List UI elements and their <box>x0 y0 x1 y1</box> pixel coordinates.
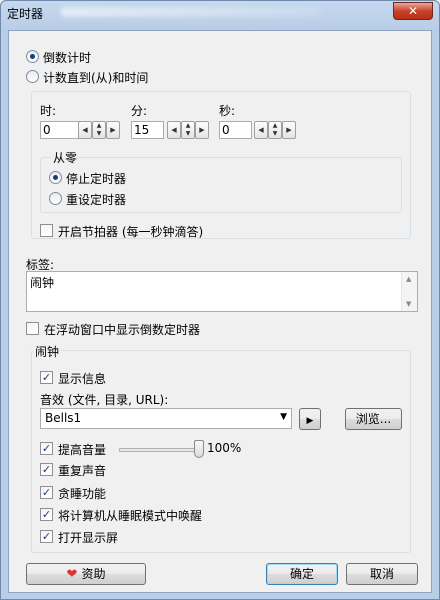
repeat-sound-checkbox[interactable]: ✓ <box>40 463 53 476</box>
metronome-checkbox[interactable] <box>40 224 53 237</box>
title-bar[interactable]: 定时器 ✕ <box>1 1 439 25</box>
volume-slider-track[interactable] <box>119 448 199 452</box>
seconds-left-button[interactable]: ◀ <box>254 121 268 139</box>
float-window-checkbox[interactable] <box>26 322 39 335</box>
snooze-checkbox[interactable]: ✓ <box>40 486 53 499</box>
wake-computer-checkbox[interactable]: ✓ <box>40 508 53 521</box>
hours-right-button[interactable]: ▶ <box>106 121 120 139</box>
dialog-body: 倒数计时 计数直到(从)和时间 时: 0 ◀ ▲ ▼ ▶ 分: 15 ◀ ▲ ▼ ▶… <box>8 30 432 593</box>
count-to-label: 计数直到(从)和时间 <box>43 71 149 85</box>
seconds-right-button[interactable]: ▶ <box>282 121 296 139</box>
from-zero-legend: 从零 <box>51 149 80 166</box>
stop-timer-label: 停止定时器 <box>66 172 127 186</box>
check-icon: ✓ <box>41 442 52 455</box>
reset-timer-radio[interactable] <box>49 192 62 205</box>
sound-value: Bells1 <box>45 411 82 425</box>
tag-value: 闹钟 <box>30 276 55 290</box>
display-on-checkbox[interactable]: ✓ <box>40 530 53 543</box>
seconds-label: 秒: <box>219 104 236 118</box>
minutes-updown-button[interactable]: ▲ ▼ <box>181 121 195 139</box>
window-title: 定时器 <box>7 7 44 21</box>
alarm-legend: 闹钟 <box>33 343 62 360</box>
minutes-right-button[interactable]: ▶ <box>195 121 209 139</box>
close-button[interactable]: ✕ <box>393 2 433 20</box>
cancel-button[interactable]: 取消 <box>346 563 418 585</box>
volume-slider-thumb[interactable] <box>194 440 204 458</box>
sound-select[interactable]: Bells1 ▼ <box>40 408 292 429</box>
scroll-up-icon[interactable]: ▲ <box>406 275 411 283</box>
donate-label: 资助 <box>81 567 106 581</box>
stop-timer-radio[interactable] <box>49 171 62 184</box>
metronome-label: 开启节拍器 (每一秒钟滴答) <box>58 225 204 239</box>
countdown-label: 倒数计时 <box>43 51 92 65</box>
minutes-label: 分: <box>131 104 148 118</box>
tag-scrollbar[interactable]: ▲ ▼ <box>401 272 417 311</box>
hours-updown-button[interactable]: ▲ ▼ <box>92 121 106 139</box>
chevron-down-icon: ▼ <box>280 412 287 422</box>
close-icon: ✕ <box>407 4 419 18</box>
seconds-updown-button[interactable]: ▲ ▼ <box>268 121 282 139</box>
raise-volume-label: 提高音量 <box>58 443 107 457</box>
play-icon: ▶ <box>306 416 314 426</box>
seconds-input[interactable]: 0 <box>219 121 252 139</box>
heart-icon: ❤ <box>66 567 78 582</box>
check-icon: ✓ <box>41 486 52 499</box>
countdown-radio[interactable] <box>26 50 39 63</box>
volume-percent: 100% <box>207 441 242 455</box>
show-message-checkbox[interactable]: ✓ <box>40 371 53 384</box>
tag-textarea[interactable]: 闹钟 ▲ ▼ <box>26 271 418 312</box>
check-icon: ✓ <box>41 463 52 476</box>
reset-timer-label: 重设定时器 <box>66 193 127 207</box>
display-on-label: 打开显示屏 <box>58 531 119 545</box>
sound-label: 音效 (文件, 目录, URL): <box>40 393 169 407</box>
hours-label: 时: <box>40 104 57 118</box>
minutes-input[interactable]: 15 <box>131 121 164 139</box>
snooze-label: 贪睡功能 <box>58 487 107 501</box>
raise-volume-checkbox[interactable]: ✓ <box>40 442 53 455</box>
scroll-down-icon[interactable]: ▼ <box>406 300 411 308</box>
browse-button[interactable]: 浏览... <box>345 408 402 430</box>
window: 定时器 ✕ 倒数计时 计数直到(从)和时间 时: 0 ◀ ▲ ▼ ▶ 分: 15 … <box>0 0 440 600</box>
repeat-sound-label: 重复声音 <box>58 464 107 478</box>
show-message-label: 显示信息 <box>58 372 107 386</box>
check-icon: ✓ <box>41 530 52 543</box>
hours-left-button[interactable]: ◀ <box>78 121 92 139</box>
wake-computer-label: 将计算机从睡眠模式中唤醒 <box>58 509 203 523</box>
ok-button[interactable]: 确定 <box>266 563 338 585</box>
title-blur <box>61 7 321 17</box>
minutes-left-button[interactable]: ◀ <box>167 121 181 139</box>
play-sound-button[interactable]: ▶ <box>299 408 321 430</box>
check-icon: ✓ <box>41 371 52 384</box>
donate-button[interactable]: ❤ 资助 <box>26 563 146 585</box>
float-window-label: 在浮动窗口中显示倒数定时器 <box>44 323 201 337</box>
count-to-radio[interactable] <box>26 70 39 83</box>
check-icon: ✓ <box>41 508 52 521</box>
